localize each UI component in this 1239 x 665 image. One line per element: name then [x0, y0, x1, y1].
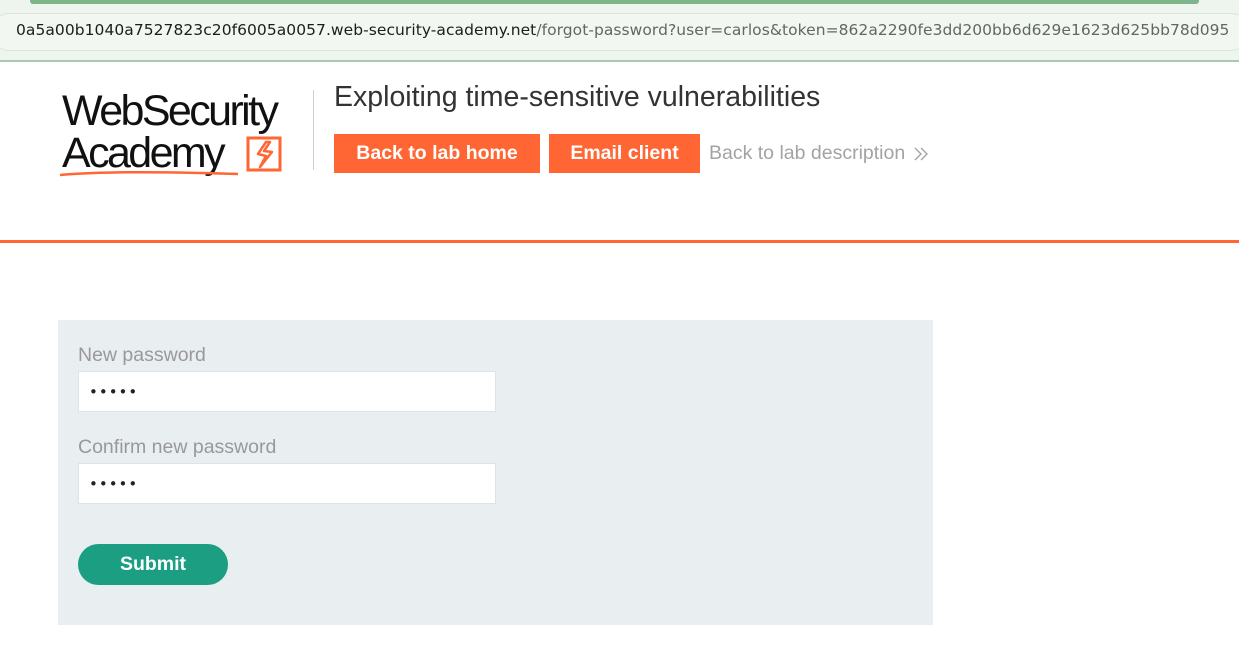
page-load-progress	[30, 0, 1199, 4]
back-to-lab-home-button[interactable]: Back to lab home	[334, 134, 540, 173]
new-password-input[interactable]: •••••	[78, 371, 496, 412]
lab-title: Exploiting time-sensitive vulnerabilitie…	[334, 81, 821, 113]
double-chevron-right-icon	[914, 147, 929, 160]
reset-password-form: New password ••••• Confirm new password …	[58, 320, 933, 625]
submit-button[interactable]: Submit	[78, 544, 228, 585]
email-client-button[interactable]: Email client	[549, 134, 700, 173]
web-security-academy-logo[interactable]: WebSecurity Academy	[60, 88, 310, 180]
back-to-lab-description-label: Back to lab description	[709, 142, 906, 164]
url-text[interactable]: 0a5a00b1040a7527823c20f6005a0057.web-sec…	[16, 21, 1229, 39]
lightning-bolt-icon	[246, 136, 282, 172]
confirm-password-label: Confirm new password	[78, 436, 277, 458]
logo-line1: WebSecurity	[62, 87, 279, 135]
header-divider	[313, 90, 314, 170]
confirm-password-input[interactable]: •••••	[78, 463, 496, 504]
lab-header: WebSecurity Academy Exploiting time-sens…	[0, 62, 1239, 243]
logo-underline	[60, 170, 239, 177]
url-path: /forgot-password?user=carlos&token=862a2…	[536, 21, 1230, 39]
back-to-lab-description-link[interactable]: Back to lab description	[709, 142, 929, 165]
new-password-label: New password	[78, 344, 206, 366]
browser-address-bar: 0a5a00b1040a7527823c20f6005a0057.web-sec…	[0, 0, 1239, 62]
url-host: 0a5a00b1040a7527823c20f6005a0057.web-sec…	[16, 21, 537, 39]
